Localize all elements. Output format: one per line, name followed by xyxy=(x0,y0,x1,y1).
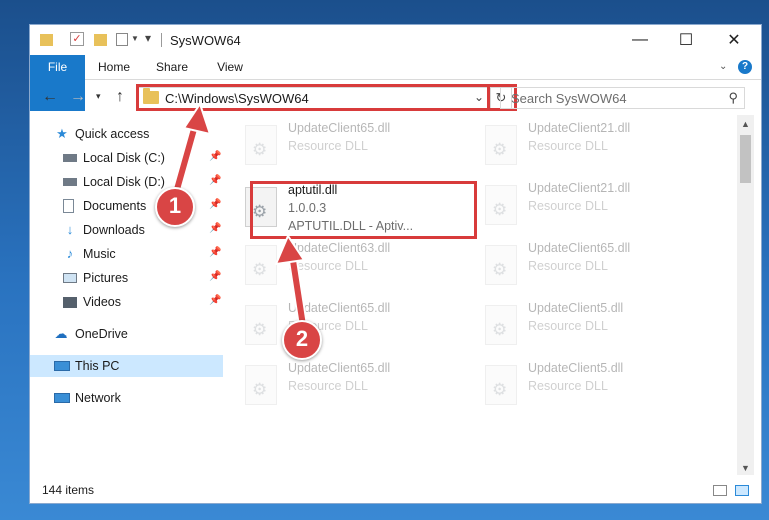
navigation-bar: ← → ▾ ↑ C:\Windows\SysWOW64 ⌄ ↻ Search S… xyxy=(30,80,761,114)
file-item[interactable]: UpdateClient21.dll Resource DLL xyxy=(470,179,700,235)
nav-item-music[interactable]: ♪ Music 📌 xyxy=(30,243,223,265)
nav-item-label: Documents xyxy=(83,199,147,213)
file-item[interactable]: UpdateClient65.dll Resource DLL xyxy=(230,299,460,355)
file-type: Resource DLL xyxy=(528,199,608,213)
nav-item-downloads[interactable]: ↓ Downloads 📌 xyxy=(30,219,223,241)
network-icon xyxy=(54,393,70,403)
item-count: 144 items xyxy=(42,483,95,497)
nav-item-label: Videos xyxy=(83,295,121,309)
file-item[interactable]: UpdateClient65.dll Resource DLL xyxy=(230,119,460,175)
scroll-down-icon[interactable]: ▼ xyxy=(741,463,750,473)
minimize-button[interactable]: — xyxy=(617,25,663,55)
search-icon[interactable]: ⚲ xyxy=(728,90,738,106)
file-item[interactable]: UpdateClient63.dll Resource DLL xyxy=(230,239,460,295)
drive-icon xyxy=(63,178,77,186)
pin-icon[interactable]: 📌 xyxy=(209,271,221,282)
pin-icon[interactable]: 📌 xyxy=(209,247,221,258)
dll-file-icon xyxy=(485,305,517,345)
up-arrow-icon[interactable]: ↑ xyxy=(116,88,124,106)
computer-icon xyxy=(54,361,70,371)
nav-item-videos[interactable]: Videos 📌 xyxy=(30,291,223,313)
nav-item-pictures[interactable]: Pictures 📌 xyxy=(30,267,223,289)
dll-file-icon xyxy=(485,245,517,285)
selected-file-highlight xyxy=(250,181,477,239)
nav-item-this-pc[interactable]: This PC xyxy=(30,355,223,377)
customize-dropdown-icon[interactable]: ▼ xyxy=(131,34,139,50)
forward-arrow-icon[interactable]: → xyxy=(70,88,86,106)
large-icons-view-icon[interactable] xyxy=(735,485,749,496)
file-type: Resource DLL xyxy=(528,139,608,153)
file-item[interactable]: UpdateClient21.dll Resource DLL xyxy=(470,119,700,175)
nav-item-label: Network xyxy=(75,391,121,405)
details-view-icon[interactable] xyxy=(713,485,727,496)
close-button[interactable]: ✕ xyxy=(711,25,757,55)
file-item[interactable]: UpdateClient5.dll Resource DLL xyxy=(470,299,700,355)
overflow-icon[interactable]: ▾ xyxy=(145,31,151,47)
file-name: UpdateClient5.dll xyxy=(528,301,624,315)
file-item[interactable]: UpdateClient65.dll Resource DLL xyxy=(230,359,460,415)
file-name: UpdateClient21.dll xyxy=(528,181,631,195)
file-name: UpdateClient21.dll xyxy=(528,121,631,135)
cloud-icon: ☁ xyxy=(54,326,68,341)
step-1-badge: 1 xyxy=(155,187,195,227)
nav-item-label: OneDrive xyxy=(75,327,128,341)
file-name: UpdateClient65.dll xyxy=(288,361,391,375)
dll-file-icon xyxy=(485,365,517,405)
file-name: UpdateClient5.dll xyxy=(528,361,624,375)
maximize-button[interactable]: ☐ xyxy=(663,25,709,55)
folder-icon xyxy=(40,34,53,46)
dll-file-icon xyxy=(485,125,517,165)
nav-item-network[interactable]: Network xyxy=(30,387,223,409)
file-type: Resource DLL xyxy=(528,319,608,333)
title-separator xyxy=(161,33,162,47)
scroll-up-icon[interactable]: ▲ xyxy=(741,119,750,129)
nav-item-label: Downloads xyxy=(83,223,145,237)
nav-item-label: Music xyxy=(83,247,116,261)
new-folder-icon[interactable] xyxy=(94,34,107,46)
tab-home[interactable]: Home xyxy=(92,55,136,79)
pictures-icon xyxy=(63,273,77,283)
dll-file-icon xyxy=(485,185,517,225)
step-2-badge: 2 xyxy=(282,320,322,360)
recent-locations-icon[interactable]: ▾ xyxy=(96,91,101,102)
file-item[interactable]: UpdateClient65.dll Resource DLL xyxy=(470,239,700,295)
tab-view[interactable]: View xyxy=(208,55,252,79)
file-type: Resource DLL xyxy=(528,259,608,273)
dll-file-icon xyxy=(245,365,277,405)
window-title: SysWOW64 xyxy=(170,33,241,48)
tab-share[interactable]: Share xyxy=(150,55,194,79)
rename-icon[interactable] xyxy=(116,33,128,46)
dll-file-icon xyxy=(245,125,277,165)
star-icon: ★ xyxy=(56,126,68,141)
videos-icon xyxy=(63,297,77,308)
pin-icon[interactable]: 📌 xyxy=(209,295,221,306)
search-placeholder: Search SysWOW64 xyxy=(511,91,627,106)
downloads-icon: ↓ xyxy=(66,222,74,237)
drive-icon xyxy=(63,154,77,162)
status-bar: 144 items xyxy=(30,477,761,503)
nav-item-label: Pictures xyxy=(83,271,129,285)
ribbon-tabs: File Home Share View ⌄ ? xyxy=(30,55,761,111)
scroll-thumb[interactable] xyxy=(740,135,751,183)
file-item[interactable]: UpdateClient5.dll Resource DLL xyxy=(470,359,700,415)
documents-icon xyxy=(63,199,74,213)
nav-item-onedrive[interactable]: ☁ OneDrive xyxy=(30,323,223,345)
properties-icon[interactable]: ✓ xyxy=(70,32,84,46)
help-icon[interactable]: ? xyxy=(738,60,752,74)
file-type: Resource DLL xyxy=(528,379,608,393)
vertical-scrollbar[interactable]: ▲ ▼ xyxy=(737,115,754,475)
music-icon: ♪ xyxy=(66,246,74,261)
nav-item-label: This PC xyxy=(75,359,120,373)
file-explorer-window: ✓ ▼ ▾ SysWOW64 — ☐ ✕ File Home Share Vie… xyxy=(29,24,762,504)
file-name: UpdateClient65.dll xyxy=(288,121,391,135)
pin-icon[interactable]: 📌 xyxy=(209,223,221,234)
expand-ribbon-icon[interactable]: ⌄ xyxy=(719,61,727,72)
file-type: Resource DLL xyxy=(288,139,368,153)
file-name: UpdateClient65.dll xyxy=(528,241,631,255)
back-arrow-icon[interactable]: ← xyxy=(42,88,58,106)
nav-item-label: Quick access xyxy=(75,127,150,141)
file-type: Resource DLL xyxy=(288,379,368,393)
title-bar: ✓ ▼ ▾ SysWOW64 — ☐ ✕ xyxy=(30,25,761,55)
search-box[interactable]: Search SysWOW64 ⚲ xyxy=(500,87,745,109)
